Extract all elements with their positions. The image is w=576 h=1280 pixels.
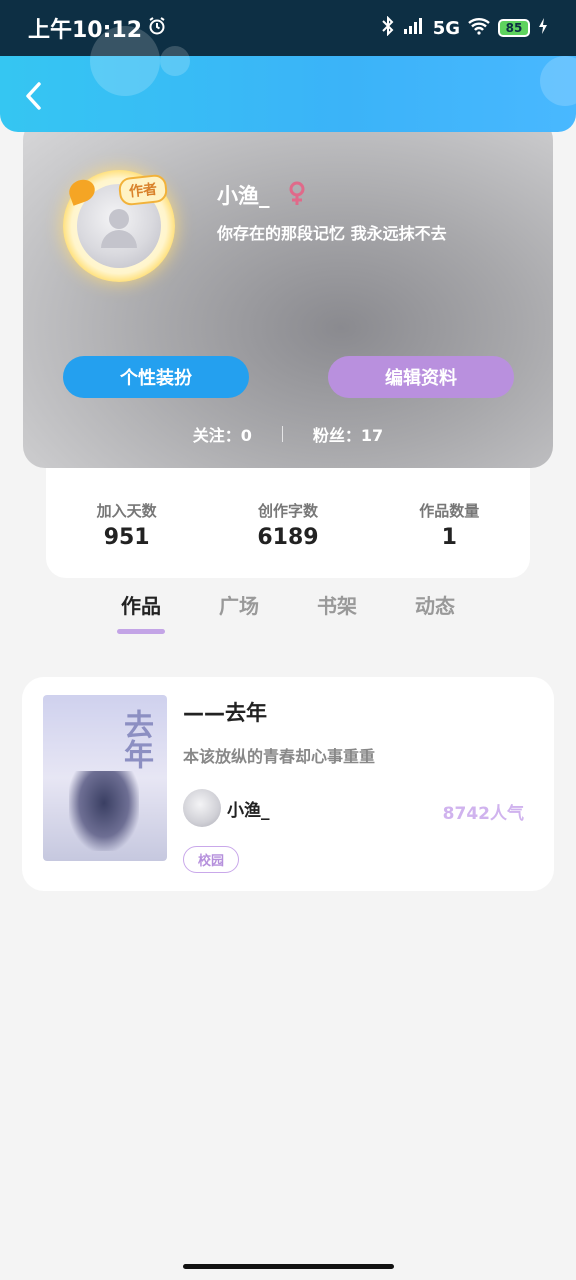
profile-username: 小渔_ — [217, 184, 270, 208]
work-description: 本该放纵的青春却心事重重 — [183, 747, 376, 766]
tab-indicator — [215, 629, 263, 634]
decor-bubble — [160, 46, 190, 76]
tab-label: 书架 — [317, 594, 357, 618]
user-icon — [101, 209, 137, 248]
stat-value: 6189 — [257, 525, 319, 550]
stat-label: 加入天数 — [96, 502, 157, 520]
stat-label: 作品数量 — [419, 502, 480, 520]
popularity-count: 8742人气 — [442, 804, 524, 824]
network-type: 5G — [432, 17, 460, 39]
stat-word-count: 创作字数 6189 — [228, 500, 348, 550]
stat-value: 1 — [441, 525, 457, 550]
tab-works[interactable]: 作品 — [92, 590, 190, 640]
tab-square[interactable]: 广场 — [190, 590, 288, 640]
back-button[interactable] — [18, 78, 48, 114]
dress-up-button[interactable]: 个性装扮 — [63, 356, 249, 398]
header-bar — [0, 26, 576, 132]
cover-title: 去年 — [118, 709, 153, 769]
work-title[interactable]: ——去年 — [183, 697, 267, 727]
stat-value: 951 — [103, 525, 150, 550]
charging-icon — [538, 17, 548, 40]
wifi-icon — [468, 17, 490, 40]
status-right: 5G 85 — [381, 15, 548, 41]
author-name: 小渔_ — [227, 800, 270, 821]
profile-card: 作者 小渔_ 你存在的那段记忆 我永远抹不去 个性装扮 编辑资料 关注：0 粉丝… — [23, 118, 553, 468]
chevron-left-icon — [26, 82, 41, 110]
tab-moments[interactable]: 动态 — [386, 590, 484, 640]
tab-indicator — [411, 629, 459, 634]
work-author: 小渔_ — [183, 789, 270, 827]
divider — [281, 426, 283, 442]
cover-illustration — [69, 771, 139, 851]
genre-tag[interactable]: 校园 — [183, 846, 240, 873]
signal-icon — [403, 17, 425, 40]
decor-bubble — [540, 56, 576, 106]
tab-indicator — [313, 629, 361, 634]
stat-label: 创作字数 — [257, 502, 318, 520]
stat-work-count: 作品数量 1 — [389, 500, 509, 550]
female-icon — [287, 180, 307, 208]
tab-label: 作品 — [121, 594, 161, 618]
tab-label: 广场 — [219, 594, 259, 618]
work-card[interactable]: 去年 ——去年 本该放纵的青春却心事重重 小渔_ 8742人气 校园 — [22, 677, 554, 891]
decor-bubble — [90, 26, 160, 96]
profile-bio: 你存在的那段记忆 我永远抹不去 — [217, 224, 447, 243]
follow-stats: 关注：0 粉丝：17 — [23, 422, 553, 446]
bluetooth-icon — [381, 15, 395, 41]
book-cover[interactable]: 去年 — [43, 695, 167, 861]
fans-count[interactable]: 粉丝：17 — [313, 422, 383, 446]
profile-tabs: 作品 广场 书架 动态 — [92, 590, 484, 640]
tab-label: 动态 — [415, 594, 455, 618]
stat-join-days: 加入天数 951 — [67, 500, 187, 550]
stats-card: 加入天数 951 创作字数 6189 作品数量 1 — [46, 466, 530, 578]
edit-profile-button[interactable]: 编辑资料 — [328, 356, 514, 398]
status-bar: 上午10:12 5G 85 — [0, 0, 576, 56]
tab-bookshelf[interactable]: 书架 — [288, 590, 386, 640]
following-count[interactable]: 关注：0 — [193, 422, 252, 446]
home-indicator — [183, 1264, 394, 1269]
avatar — [183, 789, 221, 827]
battery-icon: 85 — [498, 19, 530, 37]
tab-active-indicator — [117, 629, 165, 634]
